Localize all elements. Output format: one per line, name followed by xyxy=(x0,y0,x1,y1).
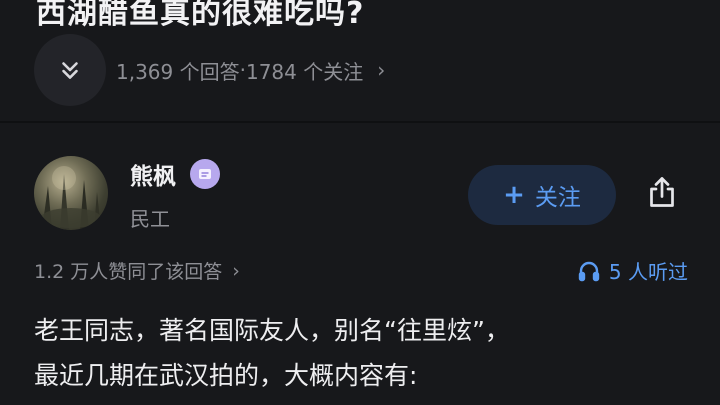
question-meta: 1,369 个回答 · 1784 个关注 › xyxy=(34,34,385,106)
content-line: 老王同志，著名国际友人，别名“往里炫”， xyxy=(34,316,510,345)
follow-button[interactable]: + 关注 xyxy=(468,165,616,225)
content-line: 最近几期在武汉拍的，大概内容有: xyxy=(34,361,418,390)
follow-label: 关注 xyxy=(534,185,581,211)
listen-count[interactable]: 5 人听过 xyxy=(577,256,688,285)
section-divider xyxy=(0,121,720,123)
share-icon xyxy=(650,177,674,207)
answers-count: 1,369 个回答 xyxy=(116,59,240,84)
answer-content[interactable]: 老王同志，著名国际友人，别名“往里炫”， 最近几期在武汉拍的，大概内容有: xyxy=(34,308,694,398)
headphones-icon xyxy=(578,261,600,281)
share-button[interactable] xyxy=(640,170,684,214)
plus-icon: + xyxy=(503,180,525,210)
verified-badge-icon xyxy=(190,159,220,189)
chevron-right-icon: › xyxy=(232,259,240,282)
question-title[interactable]: 西湖醋鱼真的很难吃吗? xyxy=(36,0,364,32)
listen-count-text: 5 人听过 xyxy=(608,260,688,284)
collapse-button[interactable] xyxy=(34,34,106,106)
double-chevron-down-icon xyxy=(62,62,78,79)
author-name[interactable]: 熊枫 xyxy=(130,157,220,191)
chevron-right-icon: › xyxy=(377,58,386,82)
avatar[interactable] xyxy=(34,156,108,230)
followers-count: 1784 个关注 xyxy=(245,59,364,84)
upvote-summary[interactable]: 1.2 万人赞同了该回答 › xyxy=(34,257,240,284)
author-name-text: 熊枫 xyxy=(130,164,176,190)
upvote-count: 1.2 万人赞同了该回答 xyxy=(34,261,223,283)
avatar-image xyxy=(41,166,101,230)
question-stats-link[interactable]: 1,369 个回答 · 1784 个关注 › xyxy=(116,56,385,85)
author-title: 民工 xyxy=(130,207,170,231)
